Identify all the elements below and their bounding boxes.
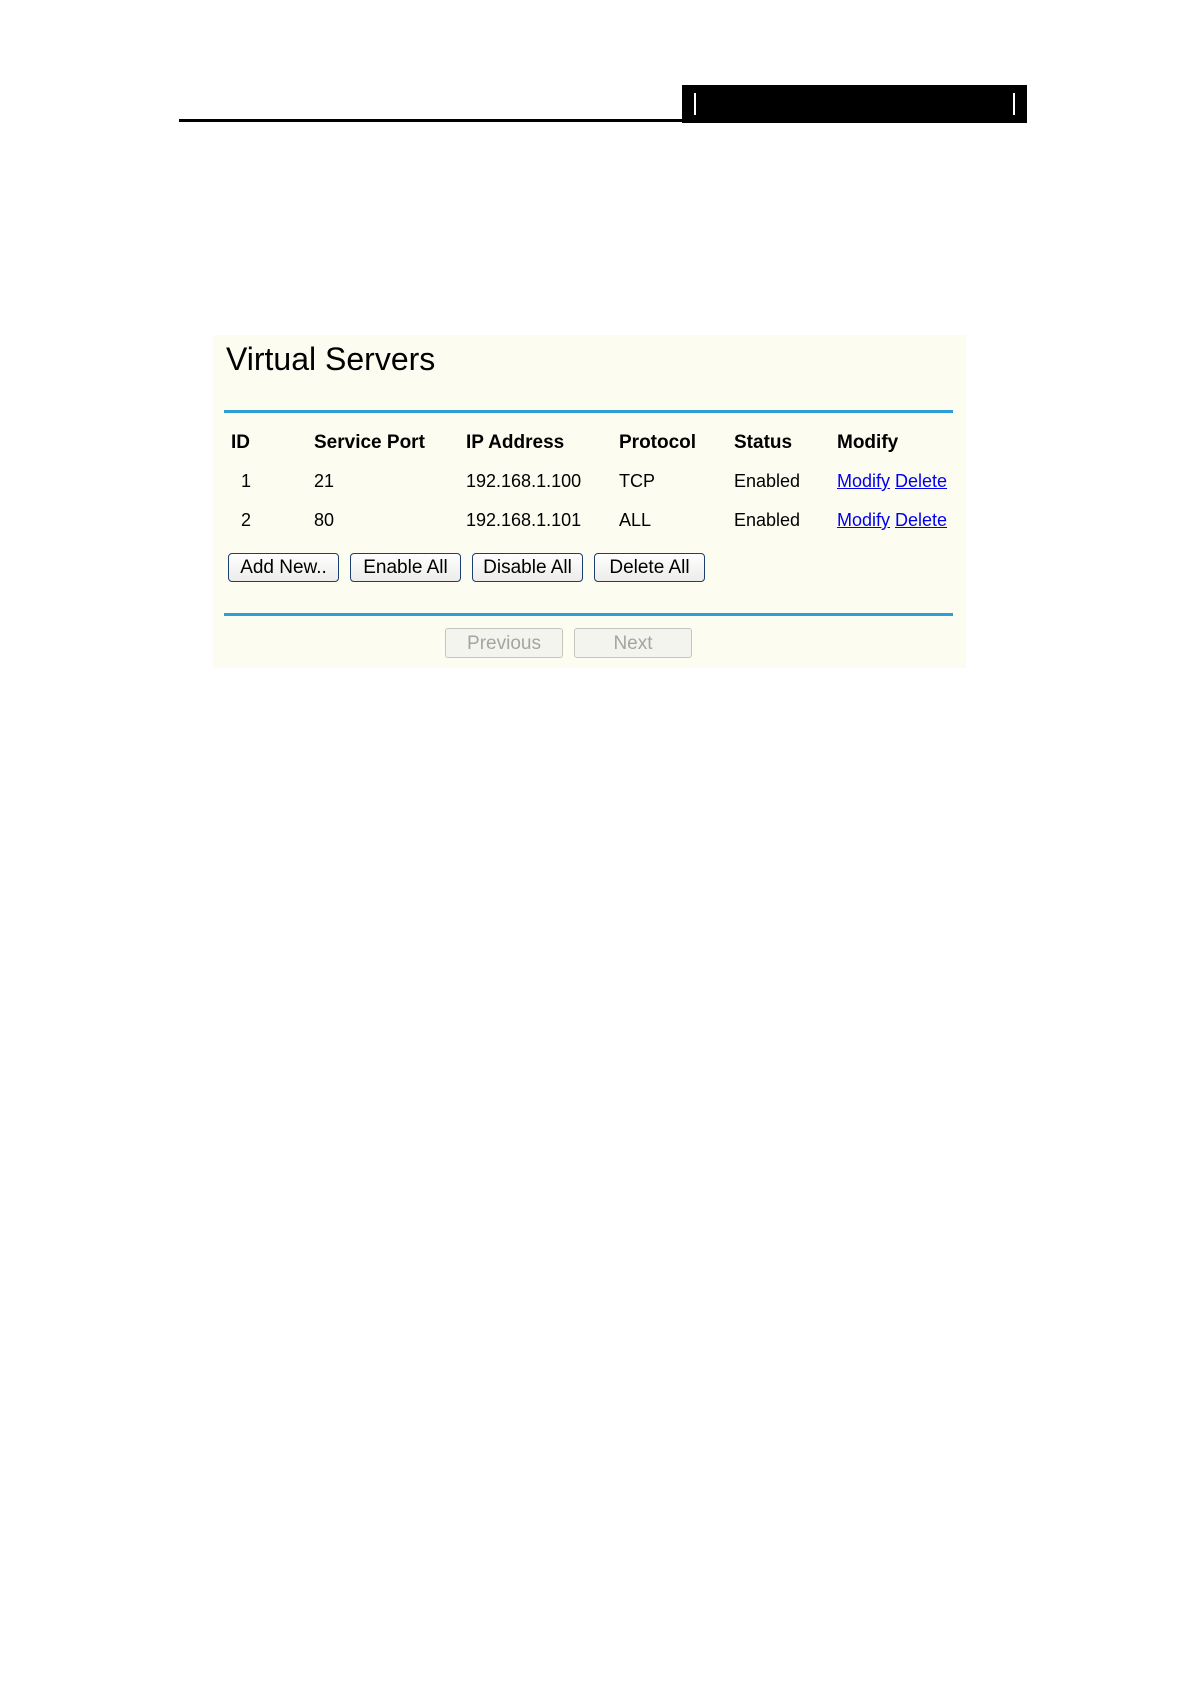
column-header-id: ID <box>231 432 250 453</box>
delete-all-button[interactable]: Delete All <box>594 553 705 582</box>
row-1-ip-address: 192.168.1.100 <box>466 471 582 491</box>
row-1-id: 1 <box>241 471 252 491</box>
column-header-status: Status <box>734 432 793 453</box>
row-2-delete-link[interactable]: Delete <box>895 510 947 530</box>
row-2-modify-link[interactable]: Modify <box>837 510 890 530</box>
enable-all-button[interactable]: Enable All <box>350 553 461 582</box>
row-2-ip-address: 192.168.1.101 <box>466 510 582 530</box>
top-divider <box>224 410 953 413</box>
row-2-actions: Modify Delete <box>837 510 947 531</box>
column-header-protocol: Protocol <box>619 432 697 453</box>
row-2-protocol: ALL <box>619 510 652 530</box>
header-divider-right <box>1013 93 1015 115</box>
bottom-divider <box>224 613 953 616</box>
row-1-actions: Modify Delete <box>837 471 947 492</box>
column-header-ip-address: IP Address <box>466 432 565 453</box>
column-header-service-port: Service Port <box>314 432 425 453</box>
column-header-modify: Modify <box>837 432 899 453</box>
disable-all-button[interactable]: Disable All <box>472 553 583 582</box>
row-1-status: Enabled <box>734 471 801 491</box>
virtual-servers-panel: Virtual Servers ID Service Port IP Addre… <box>213 335 966 668</box>
row-1-service-port: 21 <box>314 471 335 491</box>
row-2-status: Enabled <box>734 510 801 530</box>
page-title: Virtual Servers <box>226 341 436 377</box>
row-2-id: 2 <box>241 510 252 530</box>
add-new-button[interactable]: Add New.. <box>228 553 339 582</box>
document-header-box <box>682 85 1027 123</box>
header-divider-left <box>694 93 696 115</box>
previous-button[interactable]: Previous <box>445 628 563 658</box>
row-1-protocol: TCP <box>619 471 655 491</box>
next-button[interactable]: Next <box>574 628 692 658</box>
row-2-service-port: 80 <box>314 510 335 530</box>
row-1-modify-link[interactable]: Modify <box>837 471 890 491</box>
row-1-delete-link[interactable]: Delete <box>895 471 947 491</box>
